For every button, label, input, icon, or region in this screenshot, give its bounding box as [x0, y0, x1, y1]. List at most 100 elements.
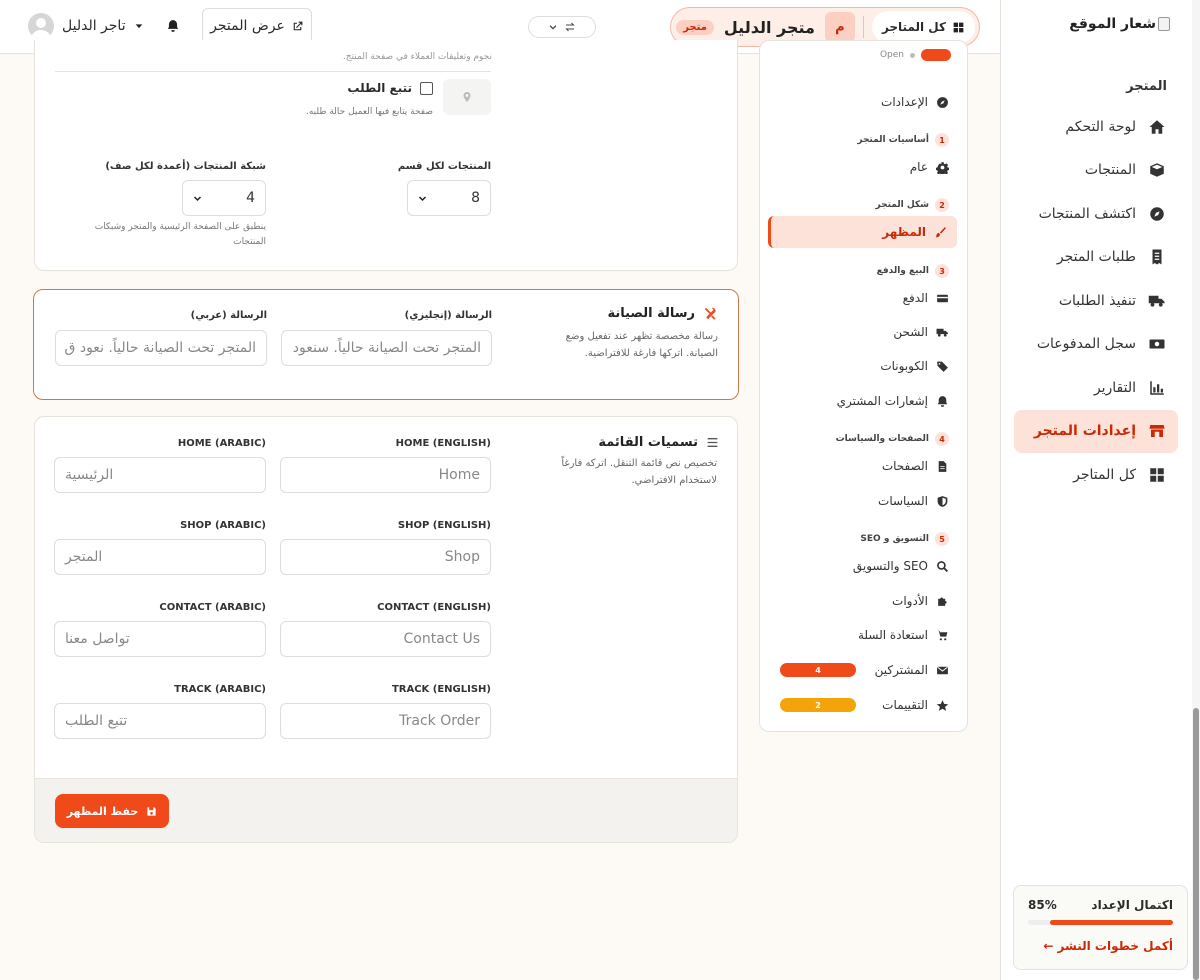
- file-icon: [938, 460, 947, 472]
- settings-nav-cart-recovery[interactable]: استعادة السلة: [858, 628, 949, 642]
- scrollbar-thumb[interactable]: [1193, 708, 1199, 980]
- sidebar-item-discover[interactable]: اكتشف المنتجات: [1014, 192, 1178, 236]
- compass-icon: [1150, 207, 1164, 221]
- settings-nav-general[interactable]: عام: [910, 160, 949, 174]
- select-value: 8: [471, 190, 480, 206]
- settings-nav-subscribers[interactable]: المشتركين: [875, 663, 949, 677]
- sidebar-item-all-stores[interactable]: كل المتاجر: [1014, 453, 1178, 497]
- all-stores-button[interactable]: كل المتاجر: [871, 11, 975, 43]
- group-label: البيع والدفع: [876, 266, 929, 276]
- products-per-section-label: المنتجات لكل قسم: [397, 161, 491, 172]
- settings-nav-payment[interactable]: الدفع: [903, 291, 949, 305]
- track-order-checkbox[interactable]: [420, 81, 433, 95]
- settings-group-5: 5 التسويق و SEO: [860, 532, 949, 546]
- maintenance-ar-input[interactable]: المتجر تحت الصيانة حالياً. نعود ق: [55, 330, 267, 366]
- store-icon: [1149, 425, 1165, 438]
- sidebar-item-dashboard[interactable]: لوحة التحكم: [1014, 105, 1178, 149]
- shop-en-label: SHOP (ENGLISH): [397, 520, 491, 531]
- settings-nav-shipping[interactable]: الشحن: [893, 325, 949, 339]
- scrollbar[interactable]: [1192, 0, 1200, 980]
- settings-nav-label: SEO والتسويق: [852, 559, 928, 573]
- all-stores-label: كل المتاجر: [881, 20, 946, 34]
- menu-labels-desc: تخصيص نص قائمة التنقل. اتركه فارغاً لاست…: [561, 458, 717, 486]
- truck-icon: [936, 328, 948, 337]
- settings-nav-pages[interactable]: الصفحات: [882, 459, 949, 473]
- sidebar-item-store-settings[interactable]: إعدادات المتجر: [1014, 409, 1178, 453]
- save-appearance-button[interactable]: حفظ المظهر: [55, 794, 169, 828]
- maintenance-title: رسالة الصيانة: [607, 306, 718, 321]
- maintenance-en-input[interactable]: المتجر تحت الصيانة حالياً. سنعود: [281, 330, 492, 366]
- settings-nav-label: الإعدادات: [881, 95, 928, 109]
- track-order-option: تتبع الطلب: [347, 81, 433, 95]
- tools-icon: [704, 307, 716, 320]
- envelope-icon: [937, 666, 948, 674]
- settings-nav-tools[interactable]: الأدوات: [892, 594, 949, 608]
- menu-labels-title-text: تسميات القائمة: [598, 435, 698, 450]
- puzzle-icon: [938, 596, 947, 606]
- sidebar-item-fulfillment[interactable]: تنفيذ الطلبات: [1014, 279, 1178, 323]
- home-en-input[interactable]: Home: [280, 457, 491, 493]
- settings-nav-notifications[interactable]: إشعارات المشتري: [837, 394, 949, 408]
- view-store-button[interactable]: عرض المتجر: [202, 8, 312, 44]
- settings-nav-label: استعادة السلة: [857, 628, 928, 642]
- settings-nav-appearance[interactable]: المظهر: [768, 216, 957, 248]
- cart-icon: [937, 630, 948, 640]
- track-order-preview: [443, 79, 491, 115]
- settings-nav-reviews[interactable]: التقييمات: [882, 698, 949, 712]
- progress-bar-fill: [1049, 920, 1173, 925]
- divider: [55, 71, 491, 72]
- home-icon: [1149, 120, 1165, 134]
- home-ar-input[interactable]: الرئيسية: [54, 457, 266, 493]
- menu-labels-card: تسميات القائمة تخصيص نص قائمة التنقل. ات…: [34, 416, 738, 843]
- progress-bar: [1028, 920, 1173, 925]
- receipt-icon: [1152, 249, 1162, 265]
- settings-nav-seo[interactable]: SEO والتسويق: [853, 559, 949, 573]
- contact-en-input[interactable]: Contact Us: [280, 621, 491, 657]
- sidebar-item-store-orders[interactable]: طلبات المتجر: [1014, 236, 1178, 280]
- settings-nav-coupons[interactable]: الكوبونات: [880, 359, 949, 373]
- group-label: التسويق و SEO: [860, 534, 929, 544]
- sidebar-item-label: كل المتاجر: [1073, 466, 1136, 483]
- progress-percent: 85%: [1028, 898, 1057, 912]
- view-store-label: عرض المتجر: [210, 18, 285, 34]
- shop-ar-input[interactable]: المتجر: [54, 539, 266, 575]
- caret-down-icon: [135, 24, 142, 29]
- group-label: الصفحات والسياسات: [835, 434, 929, 444]
- settings-nav: Open الإعدادات 1 أساسيات المتجر عام 2 شك…: [759, 40, 968, 732]
- chevron-down-icon: [193, 195, 202, 201]
- sidebar-item-label: المنتجات: [1084, 162, 1136, 179]
- settings-nav-policies[interactable]: السياسات: [878, 494, 949, 508]
- progress-title: اكتمال الإعداد: [1091, 898, 1173, 912]
- contact-ar-input[interactable]: تواصل معنا: [54, 621, 266, 657]
- card-footer: حفظ المظهر: [35, 778, 737, 842]
- sidebar-item-payments[interactable]: سجل المدفوعات: [1014, 323, 1178, 367]
- menu-icon: [707, 438, 718, 447]
- switch-select[interactable]: [528, 16, 596, 38]
- brush-icon: [935, 226, 946, 237]
- track-ar-input[interactable]: تتبع الطلب: [54, 703, 266, 739]
- broken-image-icon: [1158, 17, 1170, 31]
- grid-columns-select[interactable]: 4: [182, 180, 266, 216]
- appearance-options-card: نجوم وتعليقات العملاء في صفحة المنتج. تت…: [34, 40, 738, 271]
- grid-note: ينطبق على الصفحة الرئيسية والمتجر وشبكات…: [94, 222, 266, 247]
- user-icon: [31, 18, 51, 39]
- settings-nav-settings[interactable]: الإعدادات: [881, 95, 949, 109]
- track-en-input[interactable]: Track Order: [280, 703, 491, 739]
- products-per-section-select[interactable]: 8: [407, 180, 491, 216]
- notifications-button[interactable]: [166, 18, 180, 34]
- sidebar-item-products[interactable]: المنتجات: [1014, 149, 1178, 193]
- site-logo[interactable]: شعار الموقع: [1069, 16, 1170, 32]
- sidebar-item-label: طلبات المتجر: [1056, 249, 1136, 266]
- user-menu[interactable]: تاجر الدليل: [28, 13, 144, 39]
- group-number: 3: [935, 264, 949, 278]
- group-number: 1: [935, 133, 949, 147]
- shop-en-input[interactable]: Shop: [280, 539, 491, 575]
- sidebar-item-reports[interactable]: التقارير: [1014, 366, 1178, 410]
- credit-card-icon: [937, 294, 948, 302]
- search-icon: [937, 560, 949, 572]
- chart-icon: [1150, 381, 1164, 395]
- settings-nav-label: الشحن: [893, 325, 928, 339]
- group-label: أساسيات المتجر: [857, 135, 929, 145]
- complete-steps-link[interactable]: أكمل خطوات النشر ←: [1028, 939, 1173, 953]
- subscribers-count-badge: 4: [780, 663, 856, 677]
